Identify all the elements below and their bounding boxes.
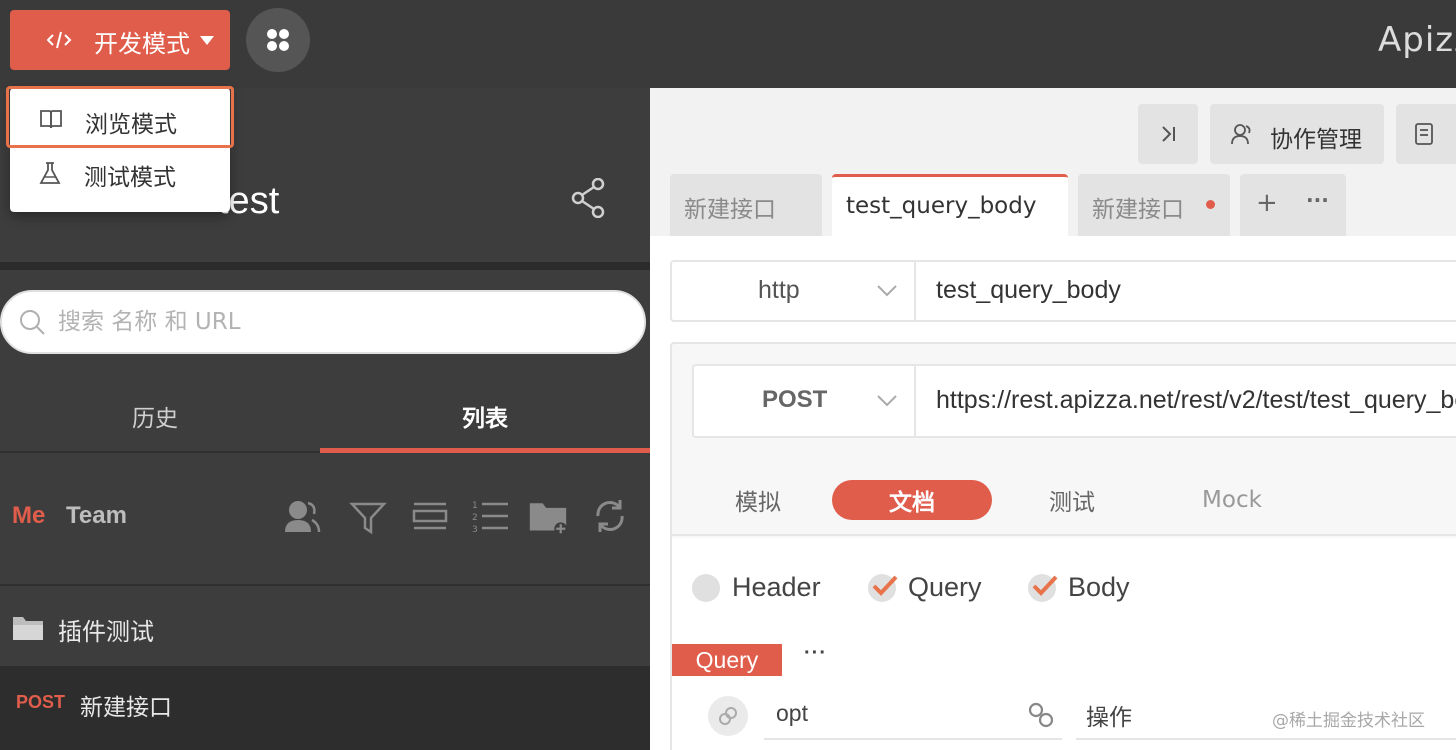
tab-list[interactable]: 列表 — [320, 378, 650, 454]
api-name: 新建接口 — [80, 695, 172, 721]
mode-dropdown-menu: 测试模式 浏览模式 — [6, 86, 234, 212]
chevron-down-icon — [877, 395, 897, 407]
tab-controls: + ··· — [1240, 174, 1346, 236]
check-icon — [1032, 575, 1058, 596]
menu-item-browse-mode[interactable]: 浏览模式 — [6, 86, 234, 148]
book-icon — [40, 110, 62, 129]
request-editor: http test_query_body POST https://rest.a… — [650, 236, 1456, 750]
share-icon[interactable] — [570, 178, 606, 218]
method-badge: POST — [16, 692, 66, 712]
document-icon — [1415, 123, 1433, 145]
checkbox-circle-icon — [692, 574, 720, 602]
add-folder-icon[interactable] — [528, 494, 568, 538]
flask-icon — [39, 162, 61, 184]
url-field[interactable]: https://rest.apizza.net/rest/v2/test/tes… — [936, 386, 1456, 415]
check-icon — [872, 575, 898, 596]
collab-button[interactable]: 协作管理 — [1210, 104, 1384, 164]
menu-item-test-mode[interactable]: 测试模式 — [10, 144, 230, 200]
body-checkbox[interactable]: Body — [1028, 570, 1158, 606]
svg-text:1: 1 — [472, 501, 478, 511]
tab-docs[interactable]: 文档 — [832, 480, 992, 520]
user-group-icon[interactable] — [282, 494, 322, 538]
method-select[interactable]: POST — [694, 366, 916, 436]
apps-button[interactable] — [246, 8, 310, 72]
param-name-field[interactable]: opt — [764, 688, 1062, 740]
method-url-row: POST https://rest.apizza.net/rest/v2/tes… — [692, 364, 1456, 438]
add-tab-button[interactable]: + — [1256, 188, 1278, 218]
collab-label: 协作管理 — [1270, 127, 1362, 153]
chevron-down-icon — [877, 285, 897, 297]
header-checkbox[interactable]: Header — [692, 570, 852, 606]
mode-tabs: 模拟 文档 测试 Mock — [672, 456, 1456, 536]
dev-mode-button[interactable]: 开发模式 — [10, 10, 230, 70]
tab-request-unsaved[interactable]: 新建接口 — [1078, 174, 1230, 236]
param-operation: 操作 — [1086, 705, 1132, 731]
checkbox-label: Body — [1068, 572, 1130, 602]
svg-text:3: 3 — [472, 525, 478, 535]
param-type-button[interactable] — [708, 696, 748, 736]
param-name: opt — [776, 700, 808, 726]
menu-item-label: 浏览模式 — [85, 112, 177, 138]
search-icon — [20, 310, 45, 335]
chain-link-icon[interactable] — [1028, 702, 1054, 728]
divider — [0, 262, 650, 270]
scope-me[interactable]: Me — [12, 502, 45, 530]
collapse-right-icon — [1162, 126, 1175, 142]
search-box[interactable] — [0, 290, 646, 354]
numbered-list-icon[interactable]: 1 2 3 — [470, 494, 510, 538]
filter-icon[interactable] — [348, 494, 388, 538]
divider — [0, 584, 650, 586]
checkbox-label: Header — [732, 572, 821, 602]
sidebar-tabs: 历史 列表 — [0, 378, 650, 454]
query-checkbox[interactable]: Query — [868, 570, 1008, 606]
menu-item-label: 测试模式 — [84, 165, 176, 191]
request-card: POST https://rest.apizza.net/rest/v2/tes… — [670, 342, 1456, 750]
folder-label: 插件测试 — [58, 618, 154, 646]
tab-request-active[interactable]: test_query_body — [832, 174, 1068, 236]
tab-history[interactable]: 历史 — [0, 378, 310, 454]
api-list-item[interactable]: POST 新建接口 — [0, 666, 650, 750]
refresh-icon[interactable] — [590, 494, 630, 538]
collapse-right-button[interactable] — [1138, 104, 1198, 164]
top-bar: 开发模式 Apizza — [0, 0, 1456, 88]
protocol-value: http — [758, 276, 800, 304]
checkbox-label: Query — [908, 572, 982, 602]
scope-team[interactable]: Team — [66, 502, 127, 530]
svg-text:2: 2 — [472, 513, 478, 523]
collab-icon — [1231, 124, 1251, 145]
folder-item[interactable]: 插件测试 — [0, 598, 650, 664]
request-name-row: http test_query_body — [670, 260, 1456, 322]
protocol-select[interactable]: http — [672, 262, 916, 320]
tab-test[interactable]: 测试 — [1022, 480, 1122, 520]
caret-down-icon — [200, 36, 214, 45]
tab-label: 新建接口 — [1092, 197, 1184, 223]
method-value: POST — [762, 386, 828, 413]
tab-label: test_query_body — [846, 193, 1037, 219]
tab-mock[interactable]: Mock — [1182, 480, 1282, 520]
document-button[interactable] — [1396, 104, 1456, 164]
brand-logo: Apizza — [1378, 20, 1456, 60]
more-tabs-button[interactable]: ··· — [1306, 188, 1329, 212]
unsaved-dot-icon — [1206, 200, 1215, 209]
code-icon — [46, 31, 72, 49]
active-tab-indicator — [320, 448, 650, 453]
watermark: @稀土掘金技术社区 — [1272, 711, 1425, 731]
request-name-field[interactable]: test_query_body — [936, 276, 1121, 305]
search-input[interactable] — [58, 302, 618, 342]
collapse-icon[interactable] — [410, 494, 450, 538]
folder-icon — [13, 617, 43, 640]
query-section-tag: Query — [672, 644, 782, 676]
tab-label: 新建接口 — [684, 197, 776, 223]
link-icon — [719, 707, 737, 725]
query-more-button[interactable]: ··· — [804, 642, 827, 665]
tab-simulate[interactable]: 模拟 — [708, 480, 808, 520]
dev-mode-label: 开发模式 — [94, 30, 190, 58]
tab-request[interactable]: 新建接口 — [670, 174, 822, 236]
main-panel: 协作管理 新建接口 test_query_body 新建接口 + ··· htt… — [650, 88, 1456, 750]
grid-icon — [267, 29, 289, 51]
